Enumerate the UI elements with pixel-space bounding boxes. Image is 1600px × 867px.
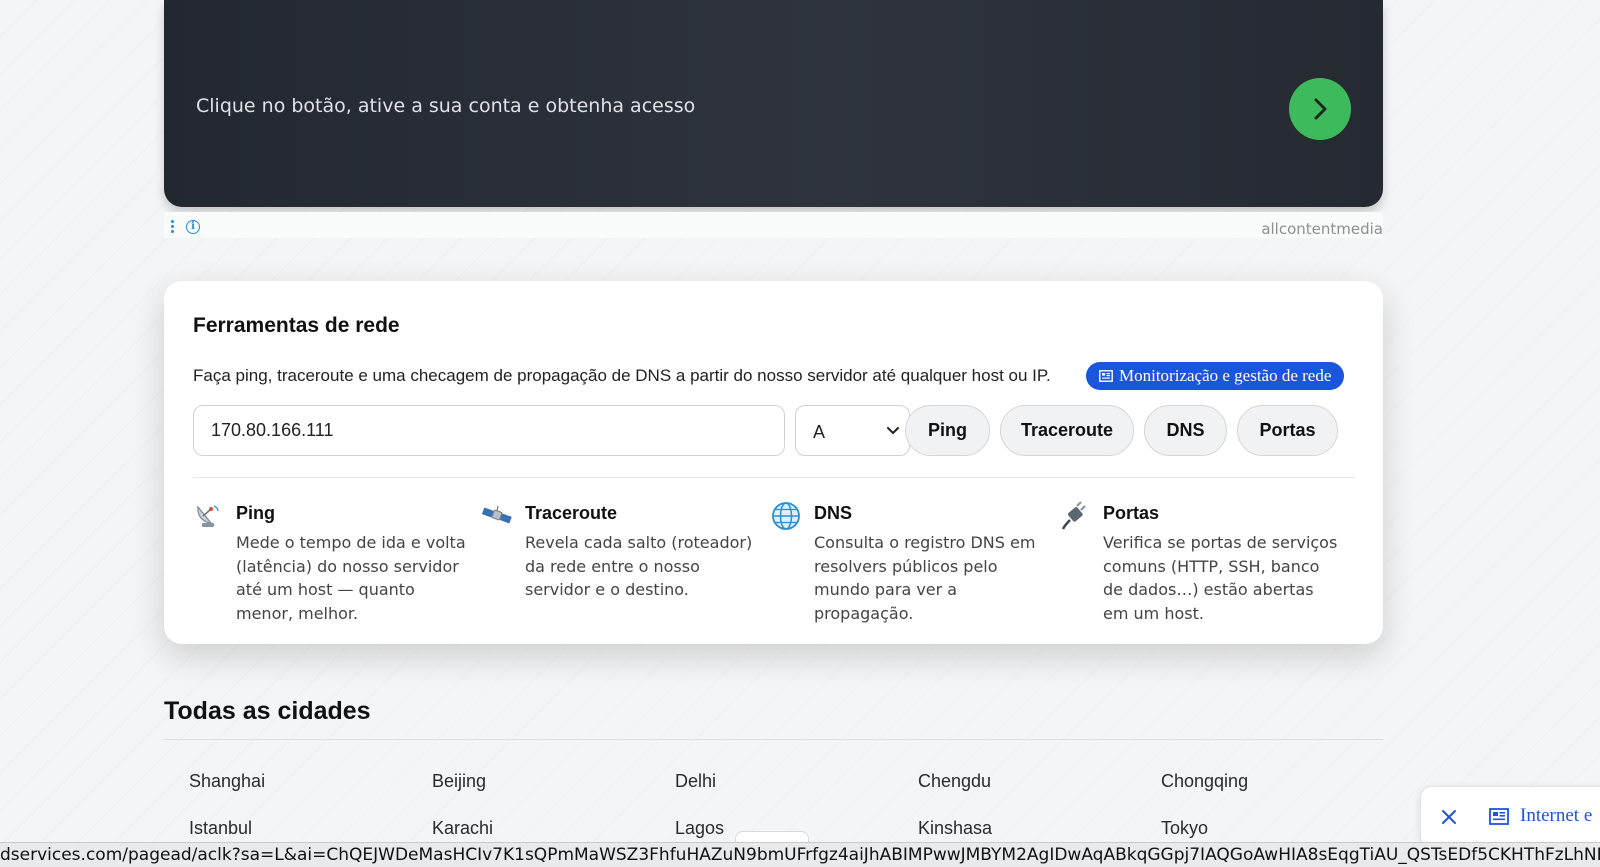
traceroute-button[interactable]: Traceroute (1000, 405, 1134, 456)
city-link[interactable]: Kinshasa (918, 818, 992, 839)
card-divider (193, 477, 1355, 478)
chevron-right-icon (1314, 98, 1327, 120)
feature-ports-name: Portas (1103, 503, 1160, 523)
ad-next-button[interactable] (1289, 78, 1351, 140)
city-link[interactable]: Chongqing (1161, 771, 1248, 792)
ad-source-label: allcontentmedia (1261, 220, 1383, 238)
ping-button[interactable]: Ping (905, 405, 990, 456)
dns-button[interactable]: DNS (1144, 405, 1227, 456)
feature-ports-description: Verifica se portas de serviços comuns (H… (1103, 533, 1338, 623)
record-type-select[interactable]: A (795, 405, 910, 456)
ad-text: Clique no botão, ative a sua conta e obt… (196, 95, 696, 117)
record-type-value: A (813, 422, 826, 442)
network-tools-description: Faça ping, traceroute e uma checagem de … (193, 366, 1051, 385)
ad-options-icon[interactable] (171, 220, 174, 234)
newspaper-icon (1099, 370, 1113, 382)
network-monitoring-label: Monitorização e gestão de rede (1119, 366, 1332, 385)
status-bar-url: dservices.com/pagead/aclk?sa=L&ai=ChQEJW… (0, 842, 1600, 867)
satellite-icon (482, 505, 512, 524)
host-input[interactable] (193, 405, 785, 456)
network-tools-title: Ferramentas de rede (193, 314, 400, 337)
newspaper-icon (1489, 808, 1509, 825)
ports-button[interactable]: Portas (1237, 405, 1338, 456)
ad-info-icon[interactable]: i (186, 220, 200, 234)
network-tools-card: Ferramentas de rede Faça ping, tracerout… (164, 281, 1383, 644)
city-link[interactable]: Lagos (675, 818, 724, 839)
feature-dns-description: Consulta o registro DNS em resolvers púb… (814, 533, 1036, 623)
city-link[interactable]: Delhi (675, 771, 716, 792)
plug-icon (1061, 501, 1086, 530)
floating-ad-panel[interactable]: Internet e (1420, 786, 1600, 848)
city-link[interactable]: Istanbul (189, 818, 252, 839)
satellite-dish-icon (197, 505, 219, 527)
feature-ping-name: Ping (236, 503, 275, 523)
cities-divider (164, 739, 1383, 740)
city-link[interactable]: Tokyo (1161, 818, 1208, 839)
ad-attribution-strip: i allcontentmedia (164, 212, 1383, 238)
feature-ping-description: Mede o tempo de ida e volta (latência) d… (236, 533, 466, 623)
feature-traceroute-name: Traceroute (525, 503, 618, 523)
globe-icon (772, 502, 800, 530)
city-link[interactable]: Chengdu (918, 771, 991, 792)
all-cities-title: Todas as cidades (164, 697, 371, 725)
feature-dns-name: DNS (814, 503, 853, 523)
close-icon[interactable] (1441, 809, 1457, 825)
network-monitoring-link[interactable]: Monitorização e gestão de rede (1086, 362, 1345, 390)
floating-ad-text: Internet e (1520, 805, 1593, 826)
city-link[interactable]: Shanghai (189, 771, 265, 792)
ad-banner[interactable]: Clique no botão, ative a sua conta e obt… (164, 0, 1383, 207)
city-link[interactable]: Beijing (432, 771, 486, 792)
city-link[interactable]: Karachi (432, 818, 493, 839)
feature-traceroute-description: Revela cada salto (roteador) da rede ent… (525, 533, 753, 599)
chevron-down-icon (887, 427, 899, 434)
